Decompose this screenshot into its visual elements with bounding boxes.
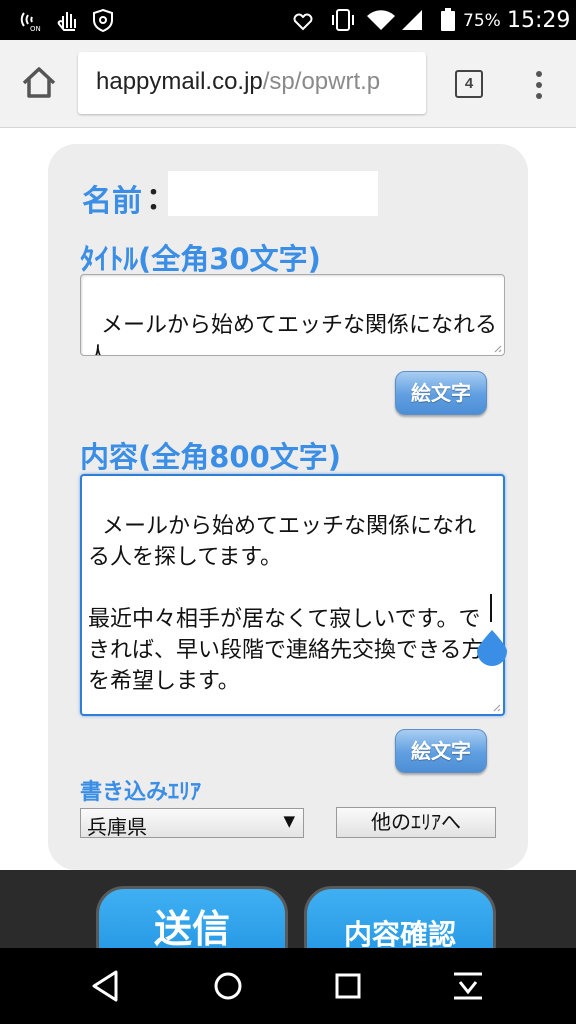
svg-text:ON: ON <box>30 25 41 32</box>
url-bar[interactable]: happymail.co.jp/sp/opwrt.p <box>78 52 426 114</box>
overflow-menu-icon[interactable] <box>530 68 548 102</box>
area-select[interactable]: 兵庫県 ▼ <box>80 808 304 839</box>
content-label: 内容(全角800文字) <box>80 440 342 474</box>
heart-signal-icon <box>293 13 313 31</box>
wifi-icon <box>367 10 395 30</box>
resize-grip-icon[interactable] <box>492 343 502 353</box>
resize-grip-icon[interactable] <box>491 702 501 712</box>
battery-percent: 75% <box>463 11 501 31</box>
browser-toolbar: happymail.co.jp/sp/opwrt.p 4 <box>0 40 576 128</box>
battery-icon <box>441 8 455 31</box>
title-textarea[interactable]: メールから始めてエッチな関係になれる人 <box>80 274 505 356</box>
text-selection-handle-icon[interactable] <box>475 628 509 666</box>
hide-keyboard-icon[interactable] <box>450 968 486 1004</box>
home-icon[interactable] <box>20 64 58 102</box>
name-input[interactable] <box>168 171 378 216</box>
tab-switcher-button[interactable]: 4 <box>455 70 483 98</box>
hand-icon <box>57 12 76 31</box>
home-circle-icon[interactable] <box>210 968 246 1004</box>
status-bar: ON 75% 15:29 <box>0 0 576 40</box>
vibrate-icon <box>332 9 354 31</box>
shield-icon <box>93 8 113 32</box>
other-area-button[interactable]: 他のｴﾘｱへ <box>336 807 496 838</box>
emoji-button-content[interactable]: 絵文字 <box>395 729 487 773</box>
content-textarea[interactable]: メールから始めてエッチな関係になれる人を探してます。 最近中々相手が居なくて寂し… <box>80 474 505 716</box>
action-bar: 送信 内容確認 <box>0 870 576 948</box>
navigation-bar <box>0 948 576 1024</box>
url-path: /sp/opwrt.p <box>262 68 381 95</box>
emoji-button-title[interactable]: 絵文字 <box>395 371 487 415</box>
nfc-icon: ON <box>20 12 41 32</box>
name-label: 名前 <box>82 184 142 219</box>
confirm-button[interactable]: 内容確認 <box>304 886 496 948</box>
content-text: メールから始めてエッチな関係になれる人を探してます。 最近中々相手が居なくて寂し… <box>88 514 484 694</box>
dropdown-arrow-icon: ▼ <box>283 812 295 830</box>
title-label: ﾀｲﾄﾙ(全角30文字) <box>80 242 321 276</box>
area-label: 書き込みｴﾘｱ <box>80 780 202 805</box>
back-icon[interactable] <box>88 968 124 1004</box>
send-button[interactable]: 送信 <box>96 886 288 948</box>
clock: 15:29 <box>507 8 571 33</box>
title-text: メールから始めてエッチな関係になれる人 <box>87 313 498 355</box>
url-host: happymail.co.jp <box>96 68 263 95</box>
recent-apps-icon[interactable] <box>330 968 366 1004</box>
text-cursor <box>490 594 492 622</box>
cell-signal-icon <box>402 10 422 30</box>
area-selected-value: 兵庫県 <box>87 815 147 839</box>
